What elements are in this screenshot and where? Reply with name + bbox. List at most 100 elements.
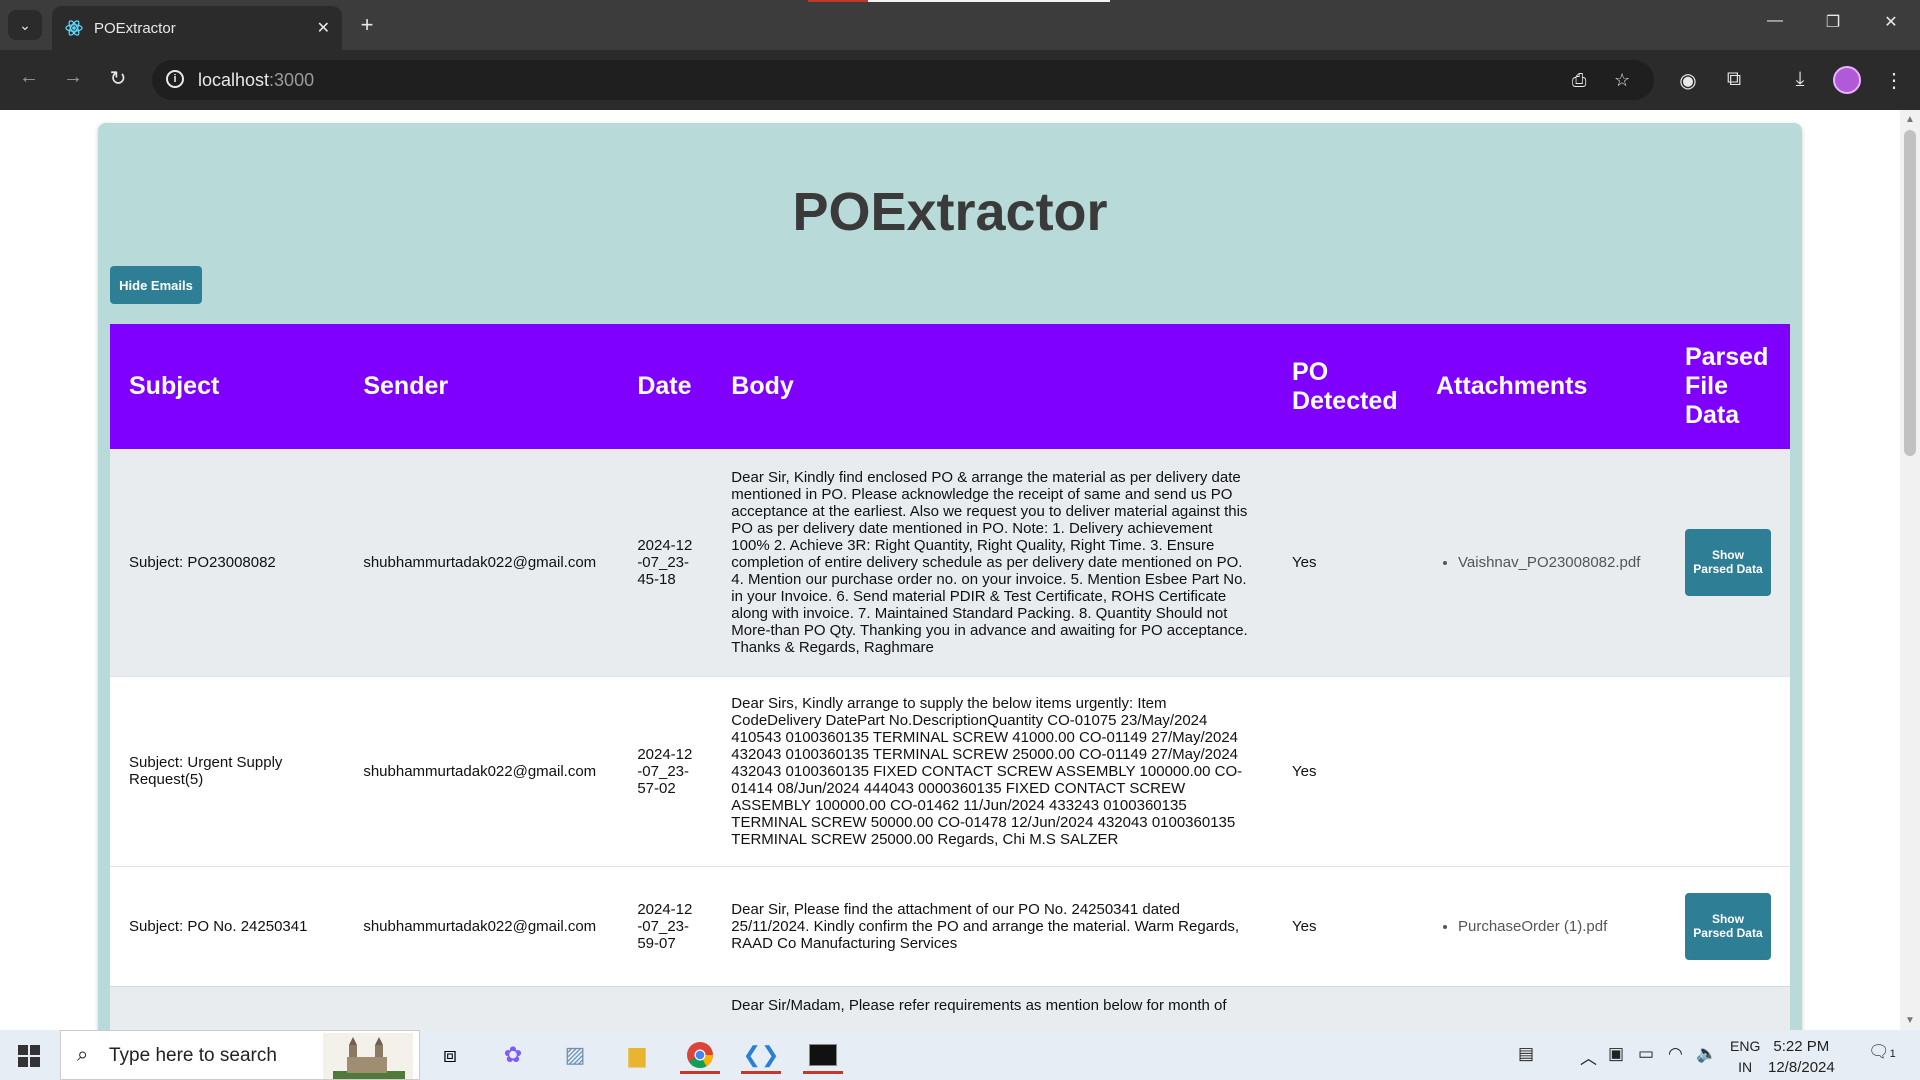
table-header-row: Subject Sender Date Body PO Detected Att… [110,324,1790,449]
app-card: POExtractor Hide Emails Subject Sender D… [98,123,1802,1030]
attachment-link[interactable]: PurchaseOrder (1).pdf [1458,918,1647,935]
clock-date: 12/8/2024 [1768,1059,1835,1076]
task-view-icon[interactable]: ⧈ [430,1039,470,1071]
cell-sender: shubhammurtadak022@gmail.com [363,553,597,571]
cell-sender: shubhammurtadak022@gmail.com [363,762,597,780]
tab-search-dropdown[interactable]: ⌄ [8,10,42,40]
taskbar-search-box[interactable]: ⌕ Type here to search [60,1030,420,1080]
cell-attachments [1417,986,1666,1030]
chrome-icon [687,1042,714,1069]
header-po-detected: PO Detected [1292,357,1398,415]
show-parsed-data-button[interactable]: Show Parsed Data [1684,892,1771,960]
hide-emails-button[interactable]: Hide Emails [110,266,202,304]
forward-icon[interactable]: → [58,66,88,89]
language-indicator[interactable]: ENG IN [1730,1036,1760,1078]
url-host: localhost [198,70,270,90]
lang-top: ENG [1730,1038,1761,1054]
cell-body: Dear Sir, Kindly find enclosed PO & arra… [731,468,1248,656]
site-info-icon[interactable]: i [166,70,184,88]
close-tab-icon[interactable]: ✕ [317,18,330,38]
chrome-taskbar-icon[interactable] [680,1039,720,1074]
header-attachments: Attachments [1436,372,1588,400]
volume-icon[interactable]: 🔈 [1696,1044,1717,1064]
cell-subject: Subject: PO No. 24250341 [129,917,308,935]
notifications-icon[interactable]: 🗨1 [1868,1042,1896,1062]
restore-icon[interactable]: ❐ [1813,12,1853,32]
emails-table: Subject Sender Date Body PO Detected Att… [110,324,1790,1030]
menu-kebab-icon[interactable]: ⋮ [1880,68,1908,93]
cell-po-detected: Yes [1292,917,1317,935]
vscode-icon[interactable]: ❮❯ [741,1039,781,1074]
cell-date [618,986,712,1030]
show-hidden-icons-chevron-icon[interactable]: ︿ [1580,1044,1597,1069]
browser-tab-bar: ⌄ POExtractor ✕ + — ❐ ✕ [0,0,1920,50]
browser-toolbar: ← → ↻ i localhost:3000 ⎙ ☆ ◉ ⧉ ⤓ ⋮ [0,50,1920,110]
page-title: POExtractor [792,182,1108,242]
wifi-icon[interactable]: ◠ [1668,1044,1683,1064]
scroll-down-icon[interactable]: ▼ [1905,1015,1915,1026]
notification-count: 1 [1889,1048,1896,1060]
cell-body: Dear Sir/Madam, Please refer requirement… [731,996,1227,1014]
cell-attachments: Vaishnav_PO23008082.pdf [1417,449,1666,676]
scrollbar-thumb[interactable] [1904,130,1916,456]
profile-avatar[interactable] [1833,66,1861,94]
react-favicon-icon [65,20,83,36]
photos-app-icon[interactable]: ▨ [555,1039,595,1071]
cell-subject [110,986,344,1030]
battery-icon[interactable]: ▭ [1638,1044,1654,1064]
page-viewport: POExtractor Hide Emails Subject Sender D… [0,110,1900,1030]
lang-bottom: IN [1738,1059,1753,1075]
cell-body: Dear Sir, Please find the attachment of … [731,900,1240,952]
url-text[interactable]: localhost:3000 [198,70,314,91]
table-row: Subject: PO23008082 shubhammurtadak022@g… [110,449,1790,676]
file-explorer-icon[interactable]: ▆ [617,1039,657,1071]
new-tab-icon[interactable]: + [352,12,382,38]
clock-time: 5:22 PM [1773,1038,1830,1055]
cell-parsed: Show Parsed Data [1666,449,1790,676]
search-placeholder: Type here to search [109,1045,277,1066]
cell-attachments: PurchaseOrder (1).pdf [1417,866,1666,986]
attachment-link[interactable]: Vaishnav_PO23008082.pdf [1458,554,1647,571]
extensions-puzzle-icon[interactable]: ⧉ [1720,68,1748,91]
reload-icon[interactable]: ↻ [103,66,133,91]
bookmark-star-icon[interactable]: ☆ [1614,70,1630,91]
cell-sender [344,986,618,1030]
header-date: Date [637,372,692,400]
cell-po-detected: Yes [1292,762,1317,780]
header-parsed-file-data: Parsed File Data [1684,343,1769,429]
meet-now-icon[interactable]: ▣ [1608,1044,1624,1064]
search-highlight-image-icon [323,1033,413,1079]
close-window-icon[interactable]: ✕ [1871,12,1911,32]
search-icon: ⌕ [77,1044,89,1066]
attachment-list: Vaishnav_PO23008082.pdf [1436,554,1647,571]
show-parsed-data-button[interactable]: Show Parsed Data [1684,528,1771,596]
terminal-icon[interactable] [803,1039,843,1074]
cell-date: 2024-12-07_23-59-07 [637,900,693,952]
address-bar[interactable]: i localhost:3000 ⎙ ☆ [152,60,1654,100]
windows-start-icon[interactable] [18,1045,40,1067]
windows-taskbar: ⌕ Type here to search ⧈ ✿ ▨ ▆ ❮❯ ▤ ︿ ▣ ▭… [0,1030,1920,1080]
cell-parsed [1666,676,1790,866]
cell-sender: shubhammurtadak022@gmail.com [363,917,597,935]
header-body: Body [731,372,794,400]
browser-tab[interactable]: POExtractor ✕ [52,6,342,50]
table-row: Dear Sir/Madam, Please refer requirement… [110,986,1790,1030]
scroll-up-icon[interactable]: ▲ [1905,114,1915,125]
header-subject: Subject [129,372,220,400]
extension-icon[interactable]: ◉ [1674,68,1702,93]
attachment-list: PurchaseOrder (1).pdf [1436,918,1647,935]
cell-po-detected [1273,986,1417,1030]
terminal-window-glyph [809,1044,837,1066]
cell-subject: Subject: Urgent Supply Request(5) [129,754,283,788]
cell-parsed [1666,986,1790,1030]
system-clock[interactable]: 5:22 PM 12/8/2024 [1768,1036,1835,1078]
copilot-icon[interactable]: ✿ [493,1039,533,1071]
news-widget-icon[interactable]: ▤ [1518,1044,1534,1064]
install-app-icon[interactable]: ⎙ [1572,70,1586,91]
download-icon[interactable]: ⤓ [1786,68,1814,91]
page-scrollbar[interactable]: ▲ ▼ [1900,110,1920,1030]
back-icon[interactable]: ← [14,66,44,89]
minimize-icon[interactable]: — [1755,12,1795,30]
tab-title: POExtractor [94,19,176,37]
cell-subject: Subject: PO23008082 [129,553,276,571]
